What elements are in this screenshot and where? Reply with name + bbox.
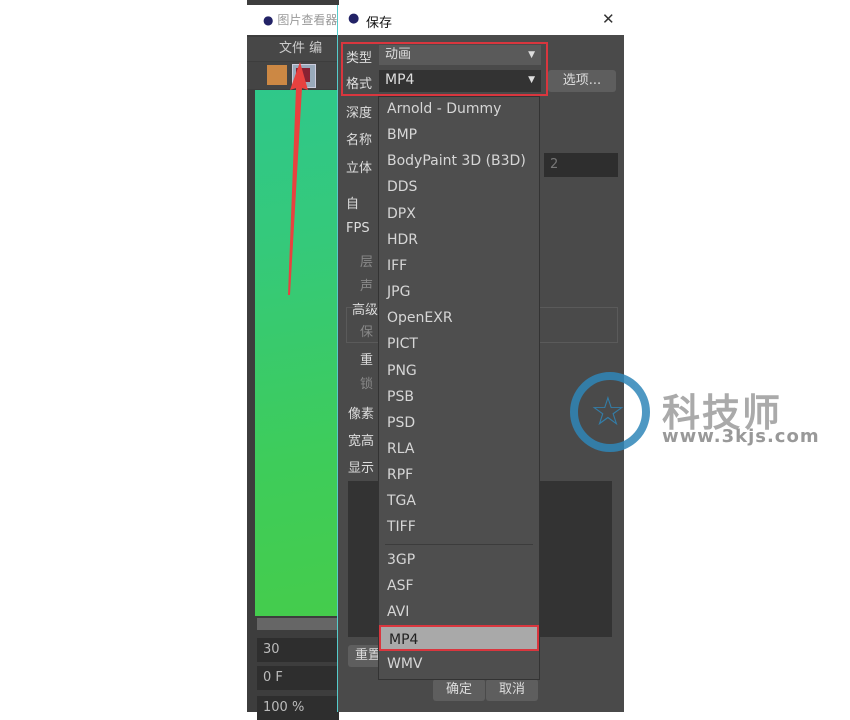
stereo-field[interactable]: 2 (544, 153, 618, 177)
format-option-selected[interactable]: MP4 (379, 625, 539, 652)
format-option[interactable]: Arnold - Dummy (387, 96, 501, 122)
format-option[interactable]: TGA (387, 488, 416, 514)
format-option[interactable]: ASF (387, 573, 414, 599)
chevron-down-icon: ▼ (528, 75, 535, 85)
stereo-label: 立体 (346, 161, 373, 176)
format-option[interactable]: AVI (387, 599, 409, 625)
cancel-button[interactable]: 取消 (486, 679, 538, 701)
type-label: 类型 (346, 51, 373, 66)
from-label: 自 (346, 197, 360, 212)
format-option[interactable]: PICT (387, 331, 418, 357)
viewer-title-bar: ● 图片查看器 (247, 5, 339, 35)
zoom-field[interactable]: 100 % (257, 696, 339, 720)
format-option[interactable]: WMV (387, 651, 423, 677)
format-option[interactable]: PSB (387, 384, 414, 410)
watermark-url: www.3kjs.com (662, 426, 820, 447)
format-option[interactable]: DPX (387, 201, 416, 227)
format-option[interactable]: RPF (387, 462, 413, 488)
options-button[interactable]: 选项... (548, 70, 616, 92)
format-option[interactable]: DDS (387, 174, 417, 200)
format-option[interactable]: RLA (387, 436, 414, 462)
lock-checkbox[interactable]: 锁 (360, 373, 373, 392)
dialog-title: 保存 (366, 16, 393, 31)
close-button[interactable]: ✕ (602, 10, 615, 28)
format-option[interactable]: PSD (387, 410, 415, 436)
name-label: 名称 (346, 133, 373, 148)
format-option[interactable]: HDR (387, 227, 418, 253)
frame-rate-field[interactable]: 30 (257, 638, 339, 662)
list-separator (385, 544, 533, 545)
format-value: MP4 (385, 72, 415, 88)
format-dropdown-list: Arnold - Dummy BMP BodyPaint 3D (B3D) DDS DP… (378, 96, 540, 680)
format-option[interactable]: TIFF (387, 514, 416, 540)
star-icon: ☆ (590, 389, 626, 435)
format-label: 格式 (346, 77, 373, 92)
depth-label: 深度 (346, 106, 373, 121)
watermark-logo: ☆ (570, 372, 650, 452)
pixel-label: 像素 (348, 407, 375, 422)
display-label: 显示 (348, 461, 375, 476)
format-option[interactable]: OpenEXR (387, 305, 453, 331)
format-dropdown[interactable]: MP4 ▼ (379, 70, 541, 92)
format-option[interactable]: BMP (387, 122, 417, 148)
type-value: 动画 (385, 47, 412, 62)
viewer-menu: 文件 编 (247, 37, 339, 61)
red-arrow (288, 62, 308, 295)
menu-file[interactable]: 文件 (279, 41, 305, 56)
fps-label: FPS (346, 221, 370, 236)
aspect-label: 宽高 (348, 434, 375, 449)
cinema4d-icon: ● (348, 11, 360, 26)
resample-checkbox[interactable]: 重 (360, 349, 373, 368)
format-option[interactable]: PNG (387, 358, 417, 384)
format-option[interactable]: 3GP (387, 547, 415, 573)
save-checkbox[interactable]: 保 (360, 321, 373, 340)
ok-button[interactable]: 确定 (433, 679, 485, 701)
viewer-title: 图片查看器 (277, 13, 338, 27)
type-dropdown[interactable]: 动画 ▼ (379, 45, 541, 65)
cinema4d-icon: ● (263, 13, 274, 27)
format-option[interactable]: BodyPaint 3D (B3D) (387, 148, 526, 174)
frame-field[interactable]: 0 F (257, 666, 339, 690)
layers-checkbox[interactable]: 层 (360, 251, 373, 270)
format-option[interactable]: JPG (387, 279, 410, 305)
menu-edit[interactable]: 编 (309, 41, 322, 56)
dialog-title-bar: ● 保存 ✕ (338, 5, 624, 35)
format-option[interactable]: IFF (387, 253, 407, 279)
sound-checkbox[interactable]: 声 (360, 275, 373, 294)
horizontal-scrollbar[interactable] (257, 618, 339, 630)
chevron-down-icon: ▼ (528, 50, 535, 60)
